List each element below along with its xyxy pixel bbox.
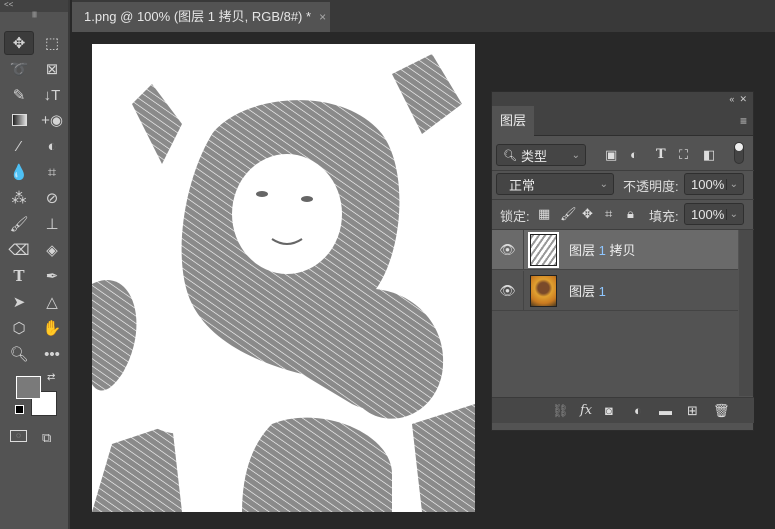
chevron-down-icon[interactable]: ⌄	[725, 178, 738, 190]
adjustment-filter-icon[interactable]: ◐	[630, 147, 638, 162]
chevron-down-icon: ⌄	[599, 178, 608, 190]
sketch-image	[92, 54, 475, 512]
new-group-icon[interactable]: ▬	[659, 403, 672, 418]
lasso-tool-icon[interactable]: ➰	[4, 57, 34, 81]
quick-mask-icon[interactable]: ◌	[10, 430, 27, 442]
document-tab[interactable]: 1.png @ 100% (图层 1 拷贝, RGB/8#) * ×	[72, 2, 330, 32]
frame-tool-icon[interactable]: ⊠	[37, 57, 67, 81]
panel-menu-icon[interactable]: ≡	[740, 114, 747, 128]
layer-row-copy[interactable]: 👁︎ 图层 1 拷贝	[492, 229, 738, 270]
type-tool-icon[interactable]: T	[4, 264, 34, 288]
magic-wand-tool-icon[interactable]: ⁂	[4, 186, 34, 210]
visibility-eye-icon[interactable]: 👁︎	[492, 270, 524, 311]
close-panel-icon[interactable]: ✕	[739, 94, 747, 104]
fill-label: 填充:	[649, 209, 679, 224]
more-tools-icon[interactable]: •••	[37, 342, 67, 366]
stamp-tool-icon[interactable]: ⊥	[37, 212, 67, 236]
visibility-eye-icon[interactable]: 👁︎	[492, 229, 524, 270]
gradient-tool-icon[interactable]	[4, 108, 34, 132]
add-mask-icon[interactable]: ◙	[605, 403, 613, 418]
shape-filter-icon[interactable]: ⛶	[679, 147, 688, 163]
link-layers-icon[interactable]: ⛓	[552, 403, 569, 419]
type-filter-icon[interactable]: T	[656, 147, 666, 162]
opacity-input[interactable]: 100% ⌄	[684, 173, 744, 195]
path-select-tool-icon[interactable]: ➤	[4, 290, 34, 314]
default-colors-icon[interactable]	[15, 405, 24, 414]
hand-tool-icon[interactable]: ✋	[37, 316, 67, 340]
fill-value: 100%	[691, 206, 725, 222]
chevron-down-icon[interactable]: ⌄	[725, 208, 738, 220]
pixel-filter-icon[interactable]: ▣	[605, 147, 617, 163]
blend-mode-select[interactable]: 正常 ⌄	[496, 173, 614, 195]
adjustment-layer-icon[interactable]: ◐	[634, 403, 642, 418]
quick-select-tool-icon[interactable]: ✎	[4, 83, 34, 107]
close-tab-icon[interactable]: ×	[319, 10, 326, 24]
layers-panel: « ✕ 图层 ≡ 🔍︎ 类型 ⌄ ▣ ◐ T ⛶ ◧ 正常 ⌄ 不透明度: 100% ⌄…	[491, 91, 754, 431]
pen-tool-icon[interactable]: ✒	[37, 264, 67, 288]
lock-label: 锁定:	[500, 209, 530, 224]
document-tab-bar: 1.png @ 100% (图层 1 拷贝, RGB/8#) * ×	[72, 0, 775, 32]
opacity-label: 不透明度:	[623, 179, 679, 194]
filter-toggle[interactable]	[734, 142, 744, 164]
move-tool-icon[interactable]: ✥	[4, 31, 34, 55]
layer-name[interactable]: 图层 1 拷贝	[569, 240, 636, 259]
lock-position-icon[interactable]: ✥	[582, 206, 593, 222]
eraser-tool-icon[interactable]: ⌫	[4, 238, 34, 262]
layers-scrollbar[interactable]	[739, 230, 753, 396]
zoom-tool-icon[interactable]: 🔍︎	[4, 342, 34, 366]
screen-mode-icon[interactable]: ⧉	[42, 430, 51, 446]
filter-value: 类型	[520, 148, 547, 164]
fx-icon[interactable]: fx	[580, 403, 592, 418]
fill-input[interactable]: 100% ⌄	[684, 203, 744, 225]
document-title: 1.png @ 100% (图层 1 拷贝, RGB/8#) *	[84, 9, 312, 24]
opacity-value: 100%	[691, 176, 725, 192]
toolbar-grip[interactable]: ||||||||	[0, 12, 68, 20]
type-mask-tool-icon[interactable]: ↓T	[37, 83, 67, 107]
tab-layers[interactable]: 图层	[492, 106, 534, 137]
rect-marquee-tool-icon[interactable]: ⬚	[37, 31, 67, 55]
blur-tool-icon[interactable]: 💧	[4, 160, 34, 184]
collapse-panel-icon[interactable]: «	[729, 94, 734, 104]
swap-colors-icon[interactable]: ⇄	[47, 372, 55, 383]
search-icon: 🔍︎	[503, 149, 517, 162]
panel-header: « ✕	[492, 92, 753, 106]
document-canvas[interactable]	[92, 44, 475, 512]
new-layer-icon[interactable]: ⊞	[687, 403, 698, 419]
paint-bucket-tool-icon[interactable]: ◈	[37, 238, 67, 262]
color-sampler-tool-icon[interactable]: ⊘	[37, 186, 67, 210]
blend-mode-value: 正常	[509, 177, 536, 193]
layers-panel-footer: ⛓ fx ◙ ◐ ▬ ⊞ 🗑︎	[492, 397, 754, 423]
crop-tool-icon[interactable]: ⌗	[37, 160, 67, 184]
red-eye-tool-icon[interactable]: +◉	[37, 108, 67, 132]
lock-transparent-icon[interactable]: ▦	[538, 206, 550, 222]
lock-artboard-icon[interactable]: ⌗	[605, 206, 612, 222]
eyedropper-tool-icon[interactable]: ⁄	[4, 134, 34, 158]
collapse-toolbar-button[interactable]: <<	[0, 0, 68, 12]
triangle-tool-icon[interactable]: △	[37, 290, 67, 314]
layer-filter-select[interactable]: 🔍︎ 类型 ⌄	[496, 144, 586, 166]
layer-row[interactable]: 👁︎ 图层 1	[492, 270, 738, 311]
chevron-down-icon: ⌄	[571, 149, 580, 161]
layer-thumbnail	[528, 231, 559, 268]
foreground-color-swatch[interactable]	[16, 376, 41, 399]
layer-name[interactable]: 图层 1	[569, 281, 606, 300]
polygon-tool-icon[interactable]: ⬡	[4, 316, 34, 340]
delete-layer-icon[interactable]: 🗑︎	[713, 403, 730, 419]
layer-thumbnail	[530, 274, 557, 307]
brush-tool-icon[interactable]: 🖌	[4, 212, 34, 236]
burn-tool-icon[interactable]: ◐	[37, 134, 67, 158]
tools-panel: << |||||||| ✥ ⬚ ➰ ⊠ ✎ ↓T +◉ ⁄ ◐ 💧 ⌗ ⁂ ⊘ …	[0, 0, 70, 529]
lock-all-icon[interactable]: 🔒︎	[627, 206, 634, 222]
smart-object-filter-icon[interactable]: ◧	[703, 147, 715, 163]
lock-image-icon[interactable]: 🖌	[560, 206, 577, 222]
